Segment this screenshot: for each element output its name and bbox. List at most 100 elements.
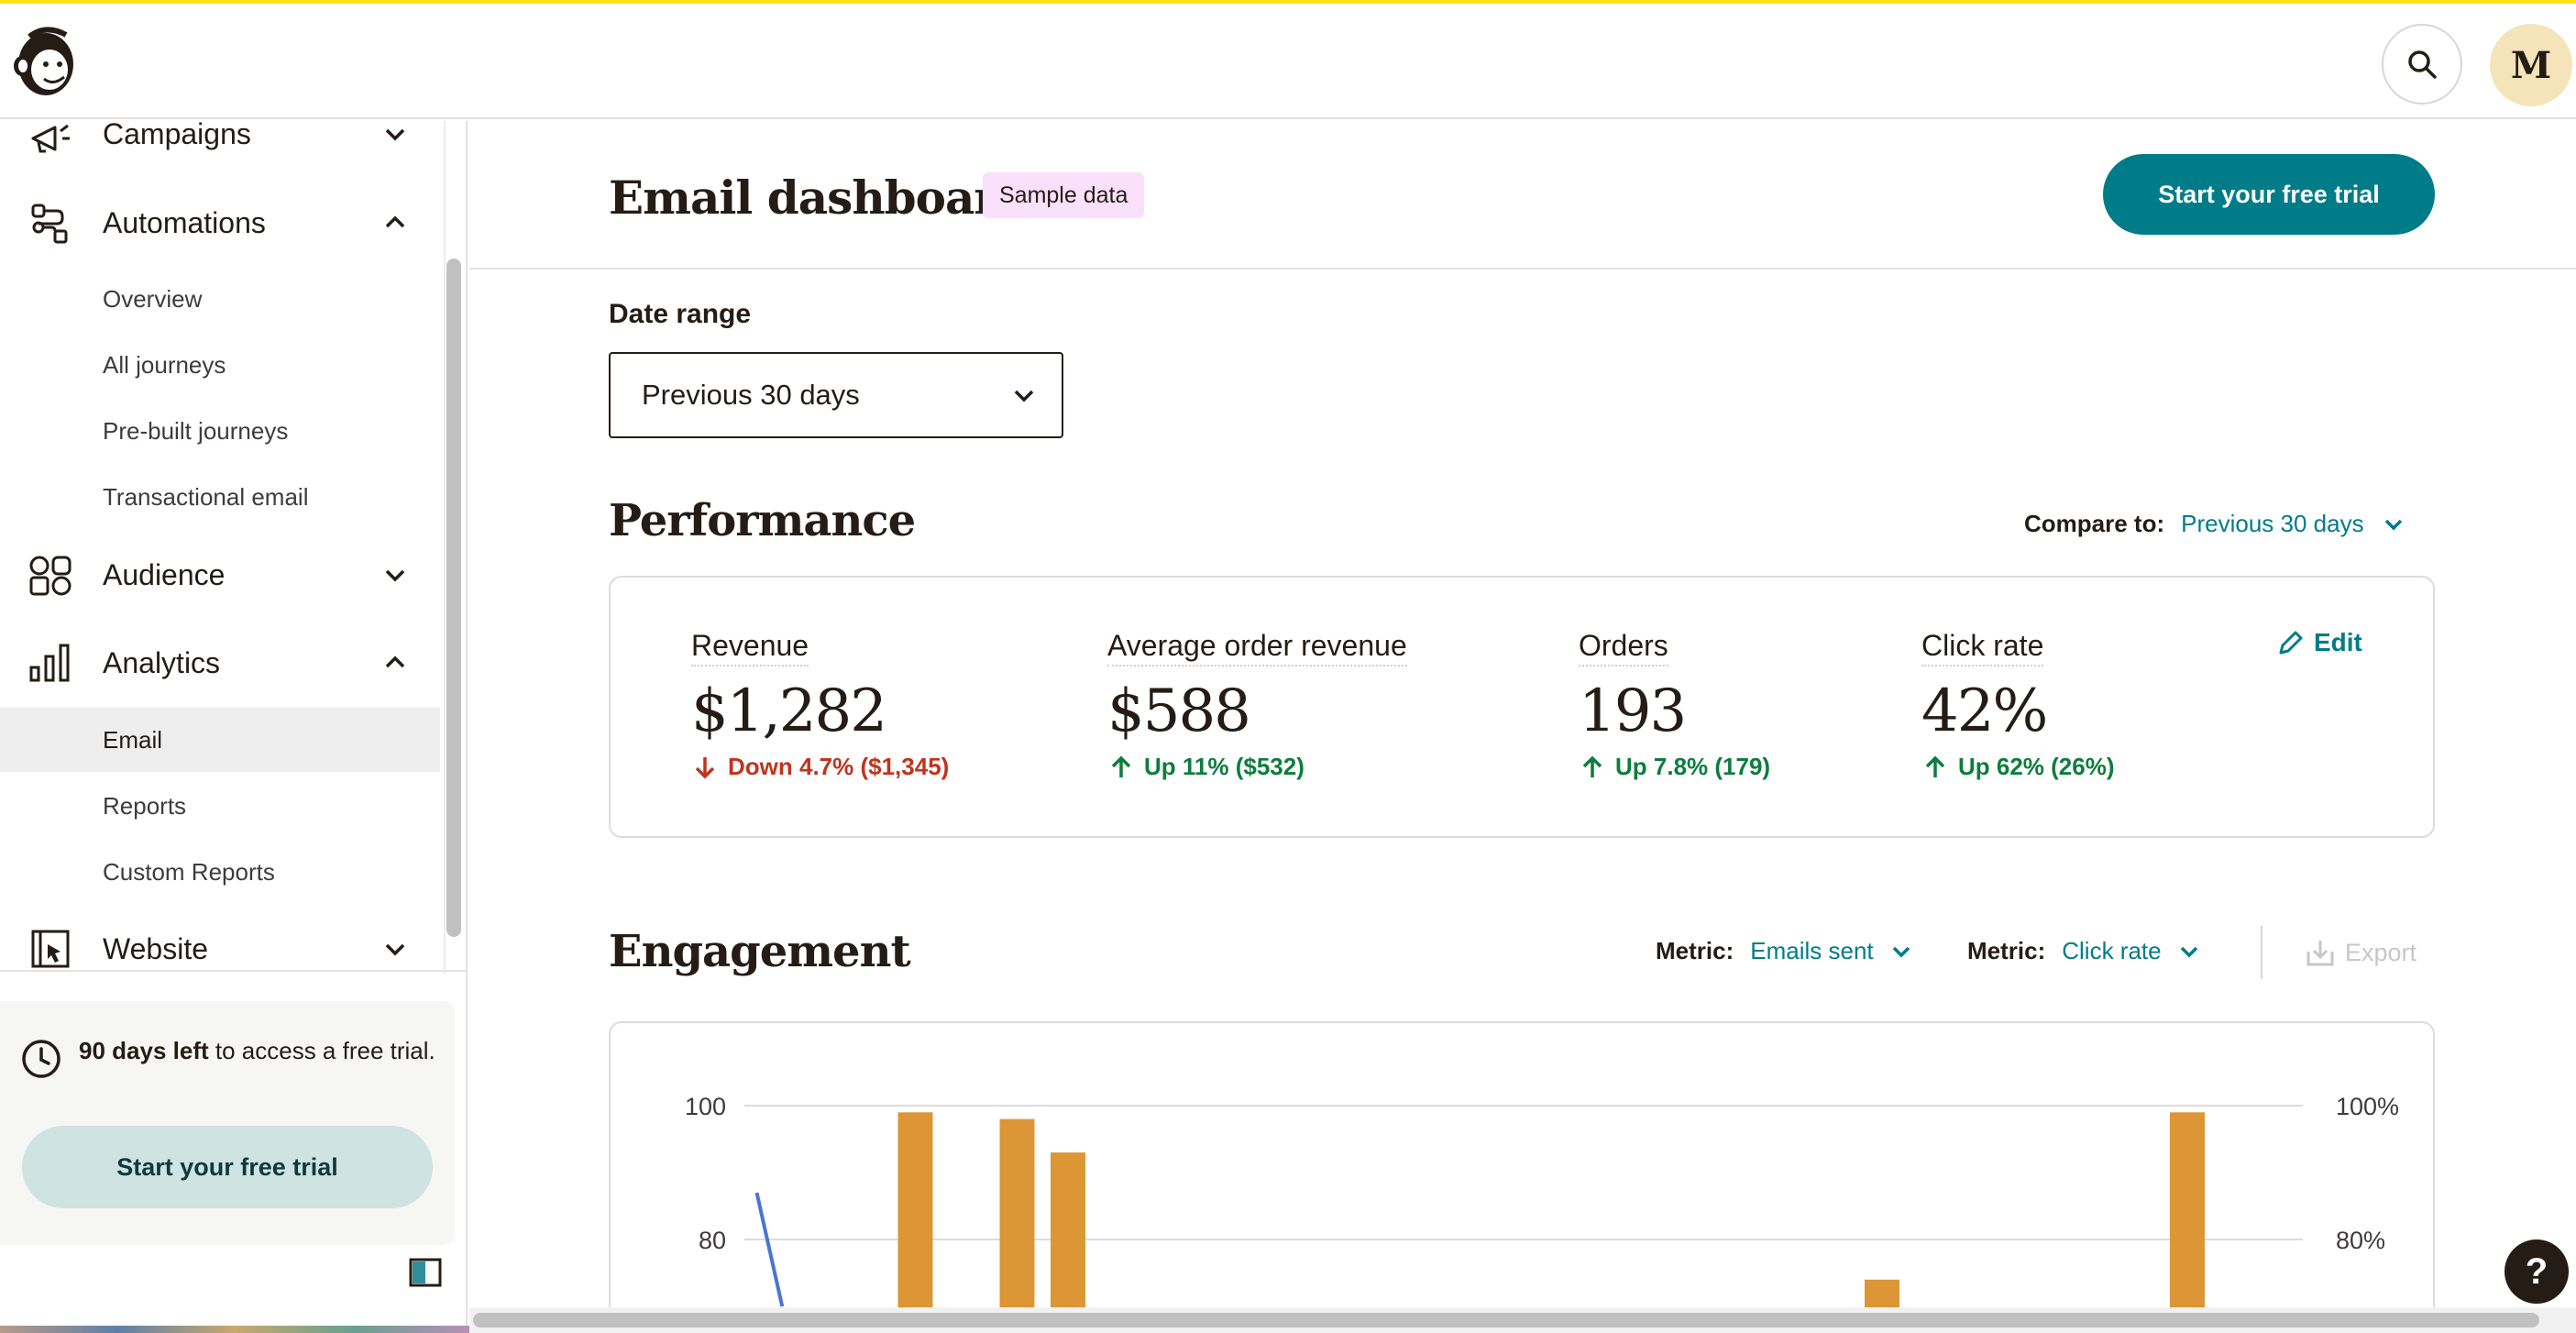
- metric-value: $588: [1107, 678, 1251, 745]
- sidebar-subitem-transactional-email[interactable]: Transactional email: [0, 465, 440, 529]
- arrow-up-icon: [1111, 755, 1131, 777]
- audience-icon: [29, 556, 72, 596]
- metric-1-label: Metric:: [1656, 937, 1734, 964]
- metric-delta: Up 62% (26%): [1921, 753, 2115, 781]
- sidebar-start-trial-button[interactable]: Start your free trial: [22, 1126, 433, 1208]
- sidebar-scrollbar-thumb[interactable]: [446, 259, 461, 937]
- chevron-up-icon: [385, 215, 405, 228]
- metric-delta: Down 4.7% ($1,345): [691, 753, 949, 781]
- sidebar-item-campaigns[interactable]: Campaigns: [0, 121, 440, 171]
- right-axis-tick-label: 80%: [2336, 1227, 2385, 1254]
- chevron-down-icon: [385, 943, 405, 956]
- metric-name[interactable]: Average order revenue: [1107, 629, 1407, 666]
- mailchimp-logo-icon[interactable]: [9, 24, 81, 101]
- sidebar-nav: Campaigns Automations Overview All journ…: [0, 121, 440, 974]
- metric-revenue: Revenue $1,282 Down 4.7% ($1,345): [691, 629, 949, 781]
- page-title: Email dashboard: [609, 171, 1029, 225]
- bar-chart-icon: [29, 644, 70, 682]
- chart-bar: [999, 1118, 1035, 1333]
- date-range-value: Previous 30 days: [642, 379, 860, 411]
- taskbar-strip: [0, 1326, 469, 1333]
- sidebar-item-label: Automations: [103, 205, 266, 239]
- sidebar-subitem-reports[interactable]: Reports: [0, 774, 440, 838]
- sidebar-subitem-custom-reports[interactable]: Custom Reports: [0, 840, 440, 904]
- metric-value: 42%: [1921, 678, 2048, 745]
- sidebar-subitem-label: Custom Reports: [103, 857, 275, 886]
- performance-title: Performance: [609, 495, 916, 546]
- user-avatar[interactable]: M: [2490, 24, 2572, 106]
- left-axis-tick-label: 80: [699, 1227, 726, 1254]
- trial-message: 90 days left to access a free trial.: [79, 1032, 436, 1069]
- horizontal-scrollbar[interactable]: [469, 1307, 2576, 1333]
- metric-1-value: Emails sent: [1750, 937, 1874, 964]
- sidebar-subitem-label: Overview: [103, 284, 203, 313]
- chart-bar: [1051, 1152, 1085, 1333]
- sidebar-item-analytics[interactable]: Analytics: [0, 626, 440, 700]
- help-button[interactable]: ?: [2504, 1239, 2569, 1304]
- metric-delta-text: Up 11% ($532): [1144, 753, 1305, 780]
- metric-name[interactable]: Orders: [1579, 629, 1668, 666]
- sidebar-item-audience[interactable]: Audience: [0, 538, 440, 611]
- metric-1-dropdown[interactable]: Metric: Emails sent: [1656, 937, 1914, 965]
- compare-to-label: Compare to:: [2024, 510, 2165, 537]
- sidebar-subitem-label: Transactional email: [103, 482, 309, 511]
- metric-orders: Orders 193 Up 7.8% (179): [1579, 629, 1770, 781]
- edit-metrics-button[interactable]: Edit: [2275, 627, 2362, 658]
- metric-average-order-revenue: Average order revenue $588 Up 11% ($532): [1107, 629, 1407, 781]
- sidebar-subitem-email[interactable]: Email: [0, 708, 440, 772]
- megaphone-icon: [31, 124, 70, 153]
- date-range-select[interactable]: Previous 30 days: [609, 352, 1063, 438]
- chart-bar: [2170, 1112, 2205, 1333]
- chevron-down-icon: [385, 569, 405, 582]
- sidebar-item-website[interactable]: Website: [0, 912, 440, 974]
- export-icon: [2306, 941, 2334, 966]
- automation-flow-icon: [31, 204, 68, 244]
- export-button[interactable]: Export: [2305, 937, 2416, 968]
- sidebar-item-label: Analytics: [103, 645, 221, 679]
- left-axis-tick-label: 100: [685, 1093, 726, 1120]
- sidebar-subitem-all-journeys[interactable]: All journeys: [0, 333, 440, 397]
- compare-to-value: Previous 30 days: [2181, 510, 2364, 537]
- start-free-trial-button[interactable]: Start your free trial: [2103, 154, 2435, 235]
- metric-delta-text: Down 4.7% ($1,345): [728, 753, 950, 780]
- engagement-chart-svg: 100 100% 80 80%: [685, 1093, 2399, 1333]
- metric-2-dropdown[interactable]: Metric: Click rate: [1967, 937, 2202, 965]
- compare-to-dropdown[interactable]: Compare to: Previous 30 days: [2024, 510, 2406, 538]
- horizontal-scrollbar-thumb[interactable]: [473, 1313, 2539, 1327]
- chevron-down-icon: [1014, 390, 1034, 402]
- search-button[interactable]: [2382, 24, 2462, 105]
- chart-bar: [897, 1112, 933, 1333]
- metric-value: $1,282: [691, 678, 887, 745]
- chevron-down-icon: [2384, 519, 2402, 530]
- metric-delta-text: Up 62% (26%): [1958, 753, 2115, 780]
- metric-delta: Up 7.8% (179): [1579, 753, 1770, 781]
- arrow-down-icon: [695, 756, 715, 778]
- metric-2-label: Metric:: [1967, 937, 2046, 964]
- sidebar-subitem-overview[interactable]: Overview: [0, 267, 440, 331]
- sidebar-item-label: Campaigns: [103, 121, 251, 150]
- sidebar-subitem-pre-built-journeys[interactable]: Pre-built journeys: [0, 399, 440, 463]
- export-label: Export: [2345, 938, 2417, 966]
- chevron-down-icon: [2180, 946, 2197, 957]
- metric-value: 193: [1579, 678, 1687, 745]
- trial-days-left: 90 days left: [79, 1037, 209, 1064]
- clock-icon: [22, 1040, 61, 1078]
- top-bar: M: [0, 4, 2576, 119]
- sidebar-subitem-label: Email: [103, 725, 163, 754]
- sidebar-item-automations[interactable]: Automations: [0, 186, 440, 259]
- collapse-sidebar-icon[interactable]: [409, 1258, 442, 1287]
- sidebar-item-label: Audience: [103, 557, 226, 591]
- page-header: Email dashboard Sample data Start your f…: [469, 121, 2576, 270]
- chevron-down-icon: [1892, 946, 1910, 957]
- arrow-up-icon: [1925, 755, 1945, 777]
- engagement-chart: 100 100% 80 80%: [609, 1021, 2435, 1333]
- toolbar-divider: [2261, 926, 2262, 979]
- website-cursor-icon: [31, 930, 70, 968]
- metric-name[interactable]: Revenue: [691, 629, 809, 666]
- engagement-title: Engagement: [609, 926, 911, 977]
- sidebar-subitem-label: Pre-built journeys: [103, 416, 289, 445]
- metric-2-value: Click rate: [2062, 937, 2162, 964]
- metric-name[interactable]: Click rate: [1921, 629, 2044, 666]
- sidebar: Campaigns Automations Overview All journ…: [0, 121, 468, 1333]
- chevron-down-icon: [385, 128, 405, 141]
